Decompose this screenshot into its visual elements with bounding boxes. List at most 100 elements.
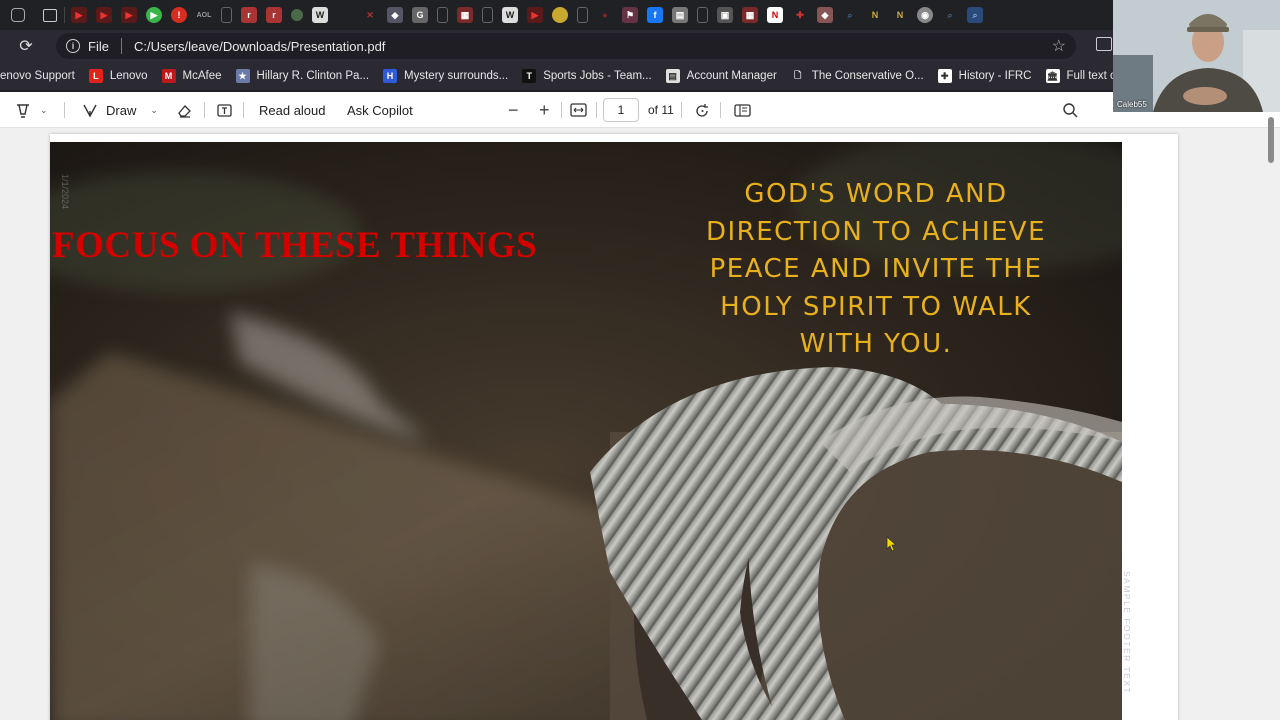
erase-button[interactable] <box>176 92 193 128</box>
fit-width-button[interactable] <box>570 92 587 128</box>
bookmark-label: Full text of "EL The... <box>1066 70 1116 82</box>
g-tab-icon[interactable]: G <box>412 7 428 23</box>
blank-tab-icon[interactable] <box>337 7 353 23</box>
info-icon[interactable]: i <box>66 39 80 53</box>
search-icon <box>1063 103 1078 118</box>
red-dot-tab-icon[interactable]: ● <box>597 7 613 23</box>
bookmark-item[interactable]: 🗋 The Conservative O... <box>790 69 924 83</box>
bookmark-label: The Conservative O... <box>811 70 924 82</box>
draw-button[interactable]: Draw ⌄ <box>82 92 158 128</box>
alert-tab-icon[interactable]: ! <box>171 7 187 23</box>
zoom-in-icon[interactable]: + <box>539 92 550 128</box>
youtube-tab-icon[interactable]: ▶ <box>121 7 137 23</box>
n-tab-icon[interactable]: N <box>867 7 883 23</box>
bookmark-item[interactable]: ▤ Account Manager <box>665 69 777 83</box>
search-tab-icon[interactable]: ⌕ <box>942 7 958 23</box>
rotate-button[interactable] <box>694 92 711 128</box>
toolbar-separator <box>561 102 562 118</box>
eraser-icon <box>178 104 191 118</box>
grid-tab-icon[interactable]: ▦ <box>457 7 473 23</box>
page-tab-icon[interactable] <box>221 7 232 23</box>
n-tab-icon[interactable]: N <box>892 7 908 23</box>
scrollbar[interactable]: ▲ <box>1266 105 1276 720</box>
highlight-button[interactable]: ⌄ <box>14 92 48 128</box>
search-button[interactable] <box>1062 92 1078 128</box>
facebook-tab-icon[interactable]: f <box>647 7 663 23</box>
bookmark-label: Mystery surrounds... <box>404 70 509 82</box>
reload-icon[interactable]: ⟳ <box>10 30 42 62</box>
wikipedia-tab-icon[interactable]: W <box>502 7 518 23</box>
red-tab-icon[interactable]: ✕ <box>362 7 378 23</box>
bookmark-item[interactable]: ✚ History - IFRC <box>937 69 1032 83</box>
page-tab-icon[interactable] <box>482 7 493 23</box>
chevron-down-icon[interactable]: ⌄ <box>150 105 158 116</box>
pdf-page: 1/1/2024 FOCUS ON THESE THINGS GOD'S WOR… <box>50 134 1178 720</box>
slide-body-line: DIRECTION TO ACHIEVE <box>705 216 1047 247</box>
pen-icon <box>83 104 97 118</box>
pac-tab-icon[interactable] <box>552 7 568 23</box>
circle-tab-icon[interactable] <box>291 9 303 21</box>
ifrc-tab-icon[interactable]: ✚ <box>792 7 808 23</box>
page-tab-icon[interactable] <box>697 7 708 23</box>
shield-tab-icon[interactable]: ◆ <box>817 7 833 23</box>
chevron-down-icon[interactable]: ⌄ <box>40 105 48 116</box>
play-tab-icon[interactable]: ▶ <box>146 7 162 23</box>
bookmark-label: Sports Jobs - Team... <box>543 70 652 82</box>
search-tab-icon[interactable]: ⌕ <box>967 7 983 23</box>
bookmark-item[interactable]: 🏛 Full text of "EL The... <box>1045 69 1116 83</box>
lenovo-icon: L <box>88 69 103 83</box>
mouse-cursor-icon <box>886 536 898 552</box>
bookmark-item[interactable]: H Mystery surrounds... <box>383 69 508 83</box>
bookmark-item[interactable]: ★ Hillary R. Clinton Pa... <box>235 69 369 83</box>
archive-icon: 🏛 <box>1045 69 1060 83</box>
page-view-icon <box>734 103 751 117</box>
text-box-button[interactable] <box>216 92 233 128</box>
zoom-out-icon[interactable]: − <box>508 92 519 128</box>
mcafee-icon: M <box>161 69 176 83</box>
url-text[interactable]: C:/Users/leave/Downloads/Presentation.pd… <box>134 39 385 54</box>
webcam-label: Caleb55 <box>1117 100 1147 109</box>
url-scheme: File <box>88 38 109 54</box>
bookmark-item[interactable]: T Sports Jobs - Team... <box>522 69 652 83</box>
url-field[interactable]: i File C:/Users/leave/Downloads/Presenta… <box>56 33 1076 59</box>
search-tab-icon[interactable]: ⌕ <box>842 7 858 23</box>
youtube-tab-icon[interactable]: ▶ <box>71 7 87 23</box>
page-view-button[interactable] <box>734 92 751 128</box>
webcam-overlay: Caleb55 <box>1113 0 1280 112</box>
page-tab-icon[interactable] <box>437 7 448 23</box>
flag-tab-icon[interactable]: ⚑ <box>622 7 638 23</box>
slide-body-line: HOLY SPIRIT TO WALK <box>720 291 1032 322</box>
bookmark-item[interactable]: enovo Support <box>0 70 75 82</box>
bookmarks-bar: enovo Support L Lenovo M McAfee ★ Hillary R. C… <box>0 62 1115 90</box>
ask-copilot-button[interactable]: Ask Copilot <box>347 92 413 128</box>
url-divider <box>120 38 122 54</box>
wikipedia-tab-icon[interactable]: W <box>312 7 328 23</box>
tab-separator <box>63 7 65 23</box>
scroll-thumb[interactable] <box>1268 117 1274 163</box>
workspaces-icon[interactable] <box>10 8 25 22</box>
youtube-tab-icon[interactable]: ▶ <box>527 7 543 23</box>
bookmark-item[interactable]: M McAfee <box>161 69 222 83</box>
page-number-input[interactable] <box>603 98 639 122</box>
r-tab-icon[interactable]: r <box>241 7 257 23</box>
netflix-tab-icon[interactable]: N <box>767 7 783 23</box>
chrome-tab-icon[interactable]: ◉ <box>917 7 933 23</box>
pdf-toolbar: ⌄ Draw ⌄ Read aloud Ask Copilot − + of 1… <box>0 92 1280 128</box>
split-screen-icon[interactable] <box>1096 37 1112 51</box>
doc-tab-icon[interactable]: ▤ <box>672 7 688 23</box>
slide-body-line: WITH YOU. <box>799 329 953 359</box>
read-aloud-button[interactable]: Read aloud <box>259 92 326 128</box>
star-icon[interactable]: ☆ <box>1052 36 1066 56</box>
grid-tab-icon[interactable]: ▦ <box>742 7 758 23</box>
image-tab-icon[interactable]: ▣ <box>717 7 733 23</box>
pdf-viewer[interactable]: 1/1/2024 FOCUS ON THESE THINGS GOD'S WOR… <box>0 128 1280 720</box>
rotate-icon <box>696 103 708 117</box>
page-tab-icon[interactable] <box>577 7 588 23</box>
toolbar-separator <box>681 102 682 118</box>
aol-tab-icon[interactable]: AOL <box>196 7 212 23</box>
r-tab-icon[interactable]: r <box>266 7 282 23</box>
bookmark-item[interactable]: L Lenovo <box>88 69 148 83</box>
youtube-tab-icon[interactable]: ▶ <box>96 7 112 23</box>
shield-tab-icon[interactable]: ◆ <box>387 7 403 23</box>
tab-actions-icon[interactable] <box>43 8 57 22</box>
